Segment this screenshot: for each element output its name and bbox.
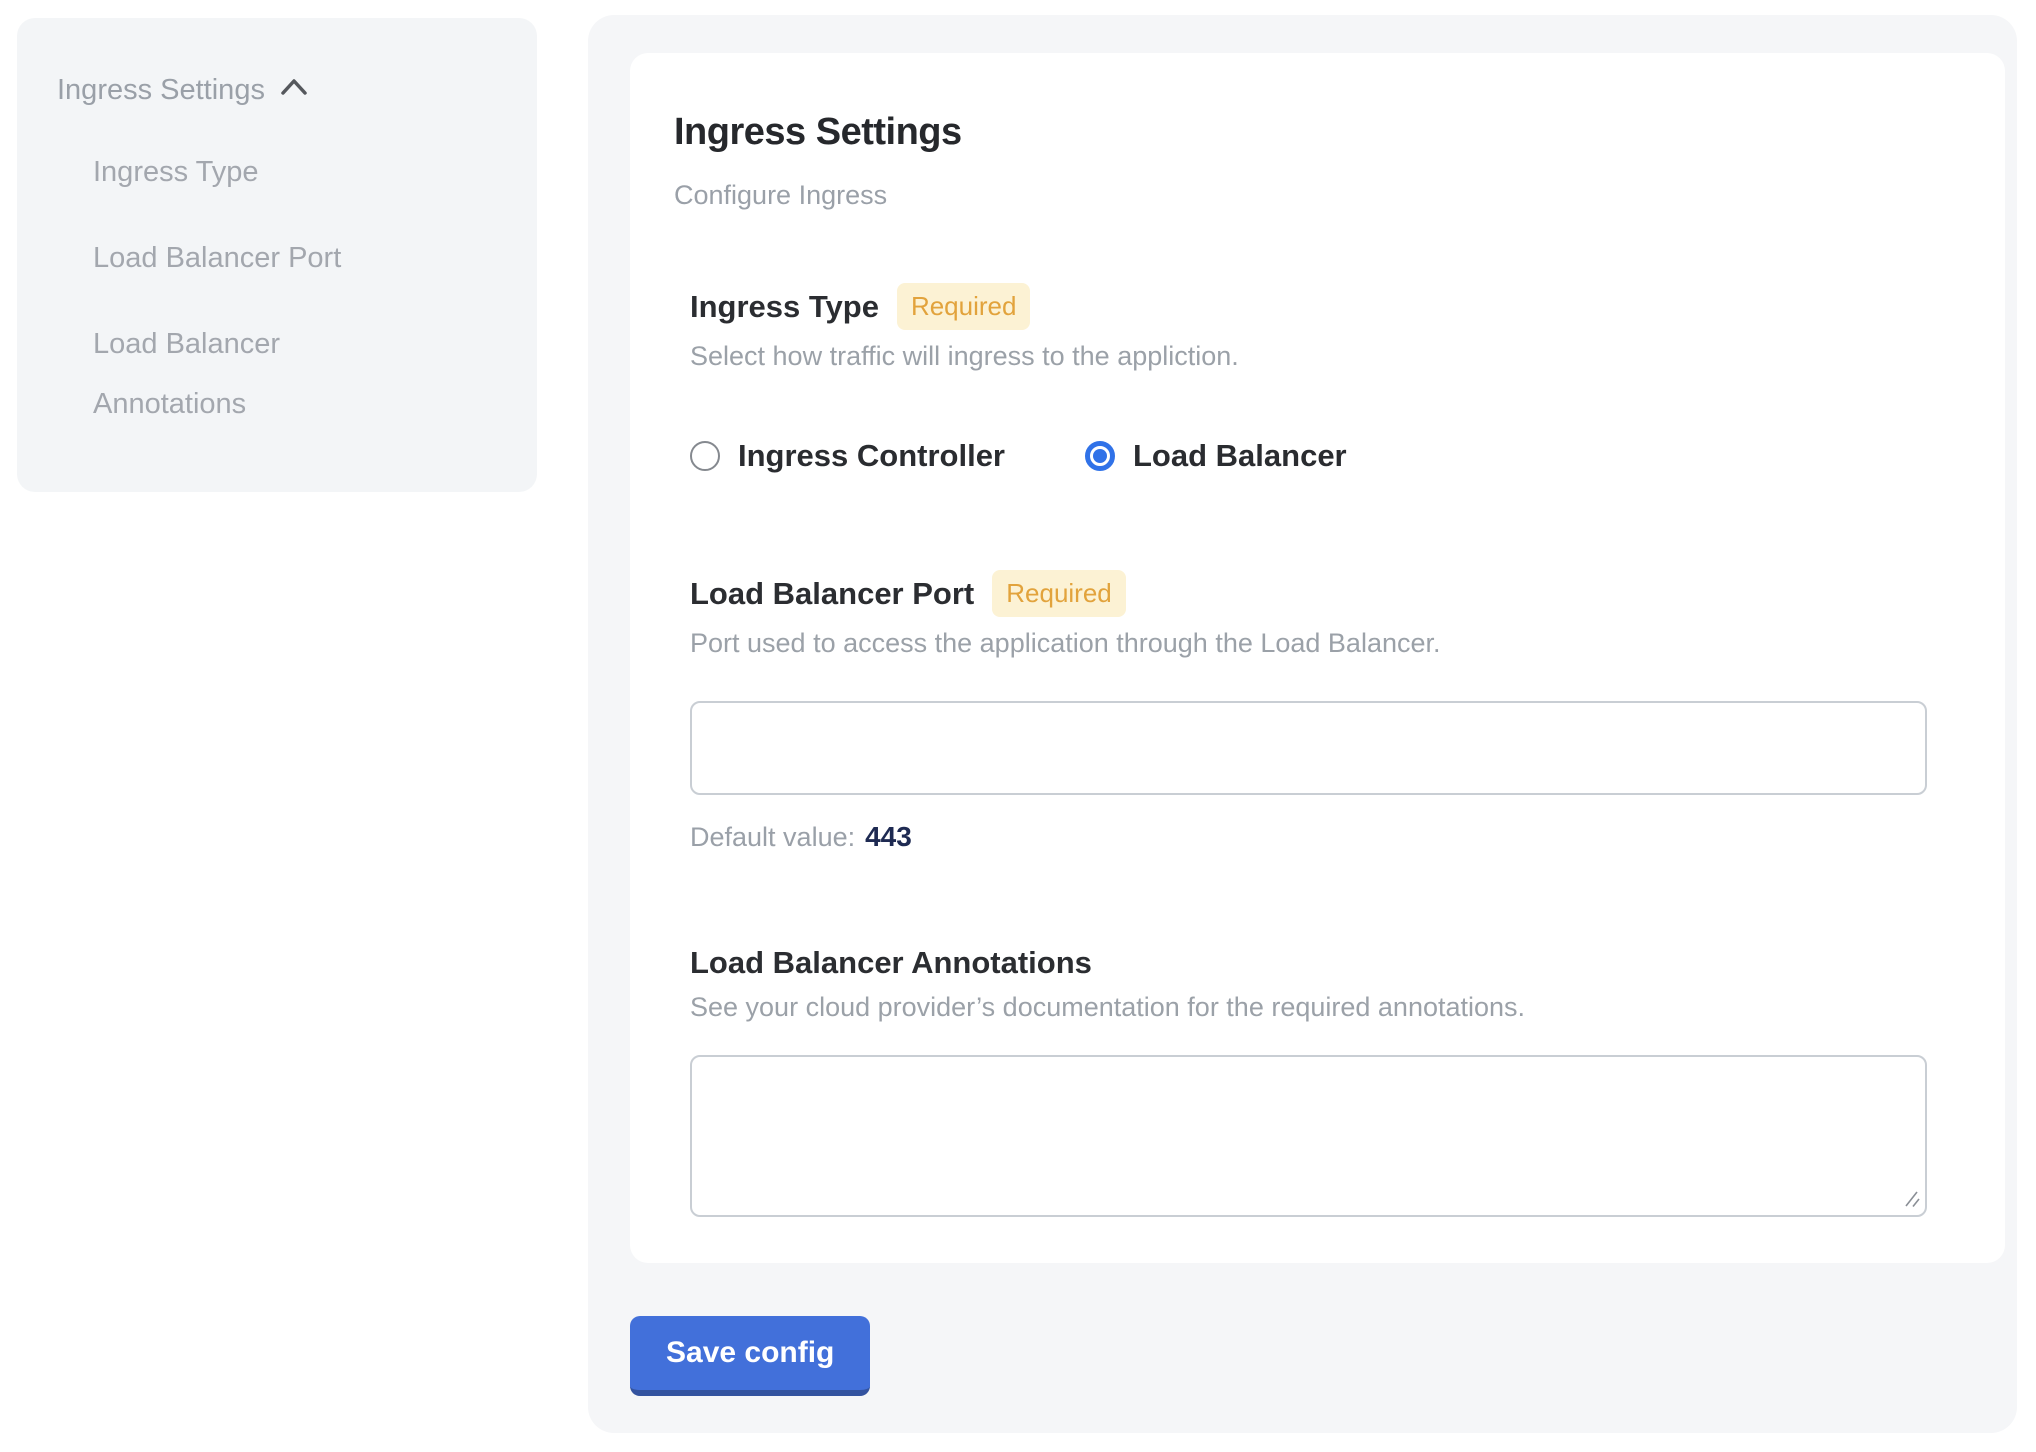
sidebar-section-label: Ingress Settings	[57, 74, 265, 107]
radio-label-load-balancer: Load Balancer	[1133, 438, 1347, 474]
lb-annotations-description: See your cloud provider’s documentation …	[690, 989, 1927, 1025]
required-badge: Required	[897, 283, 1031, 330]
ingress-type-label: Ingress Type	[690, 289, 879, 325]
radio-icon[interactable]	[1085, 441, 1115, 471]
default-value-row: Default value: 443	[690, 821, 1927, 853]
main-content-panel: Ingress Settings Configure Ingress Ingre…	[588, 15, 2017, 1433]
sidebar-item-load-balancer-annotations[interactable]: Load Balancer Annotations	[57, 314, 423, 434]
radio-option-load-balancer[interactable]: Load Balancer	[1085, 438, 1347, 474]
load-balancer-port-input[interactable]	[690, 701, 1927, 795]
radio-icon[interactable]	[690, 441, 720, 471]
section-load-balancer-annotations: Load Balancer Annotations See your cloud…	[690, 945, 1927, 1217]
section-ingress-type: Ingress Type Required Select how traffic…	[690, 283, 1927, 474]
lb-annotations-label: Load Balancer Annotations	[690, 945, 1092, 981]
sidebar-section-ingress-settings[interactable]: Ingress Settings	[57, 72, 497, 108]
radio-label-ingress-controller: Ingress Controller	[738, 438, 1005, 474]
chevron-up-icon[interactable]	[279, 72, 309, 108]
default-value: 443	[865, 821, 912, 853]
radio-option-ingress-controller[interactable]: Ingress Controller	[690, 438, 1005, 474]
lb-port-label: Load Balancer Port	[690, 576, 974, 612]
page-title: Ingress Settings	[674, 111, 1927, 154]
settings-nav-sidebar: Ingress Settings Ingress Type Load Balan…	[17, 18, 537, 492]
page-subtitle: Configure Ingress	[674, 180, 1927, 211]
required-badge: Required	[992, 570, 1126, 617]
lb-port-description: Port used to access the application thro…	[690, 625, 1927, 661]
ingress-type-description: Select how traffic will ingress to the a…	[690, 338, 1927, 374]
ingress-settings-card: Ingress Settings Configure Ingress Ingre…	[630, 53, 2005, 1263]
sidebar-item-ingress-type[interactable]: Ingress Type	[57, 142, 423, 202]
sidebar-item-list: Ingress Type Load Balancer Port Load Bal…	[57, 142, 497, 434]
form-sections: Ingress Type Required Select how traffic…	[690, 283, 1927, 1217]
section-load-balancer-port: Load Balancer Port Required Port used to…	[690, 570, 1927, 853]
ingress-type-radio-group: Ingress Controller Load Balancer	[690, 438, 1927, 474]
save-config-button[interactable]: Save config	[630, 1316, 870, 1396]
default-value-label: Default value:	[690, 822, 855, 853]
sidebar-item-load-balancer-port[interactable]: Load Balancer Port	[57, 228, 423, 288]
load-balancer-annotations-textarea[interactable]	[690, 1055, 1927, 1217]
